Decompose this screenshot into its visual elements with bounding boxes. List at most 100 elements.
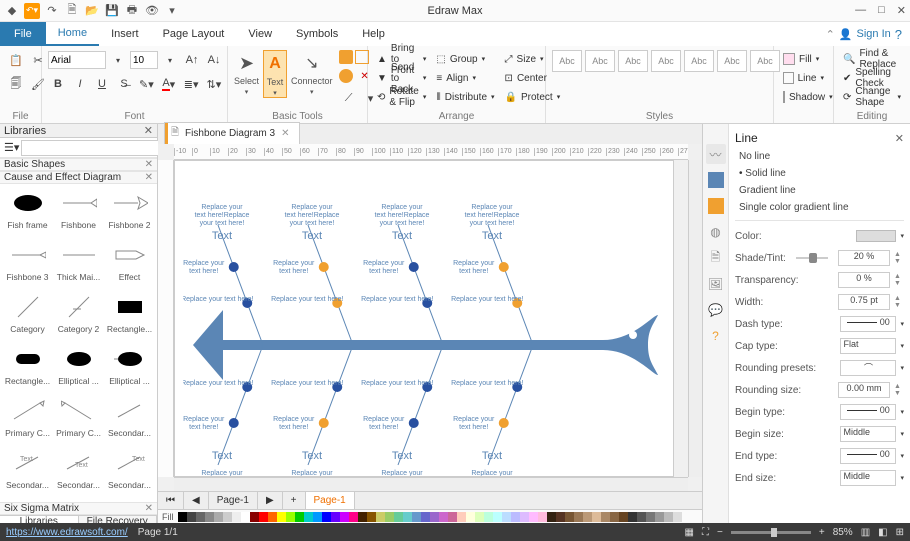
align-button[interactable]: ≡Align▾ <box>433 69 497 87</box>
opt-gradient-line[interactable]: Gradient line <box>735 182 904 199</box>
shadow-button[interactable]: Shadow▾ <box>780 88 827 106</box>
text-tool[interactable]: A Text ▾ <box>263 50 287 98</box>
status-icon-2[interactable]: ◧ <box>878 527 887 538</box>
color-swatch[interactable] <box>250 512 259 522</box>
shape-rect-outline-icon[interactable] <box>355 50 369 64</box>
change-shape-button[interactable]: ⟳Change Shape▾ <box>840 88 904 106</box>
font-family-select[interactable] <box>48 51 106 69</box>
bullets-button[interactable]: ≣▾ <box>181 74 202 94</box>
color-swatch[interactable] <box>583 512 592 522</box>
minimize-button[interactable]: — <box>855 4 866 17</box>
color-swatch[interactable] <box>394 512 403 522</box>
tab-view[interactable]: View <box>236 22 284 46</box>
file-menu[interactable]: File <box>0 22 46 46</box>
color-swatch[interactable] <box>484 512 493 522</box>
shape-secondary-4[interactable]: TextSecondar... <box>104 448 155 498</box>
shade-value[interactable]: 20 % <box>838 250 890 266</box>
rotate-flip-button[interactable]: ⟲Rotate & Flip▾ <box>374 88 429 106</box>
color-swatch[interactable] <box>421 512 430 522</box>
color-swatch[interactable] <box>232 512 241 522</box>
opt-solid-line[interactable]: Solid line <box>735 165 904 182</box>
begin-type[interactable]: 00 <box>840 404 896 420</box>
color-swatch[interactable] <box>610 512 619 522</box>
status-view-full-icon[interactable]: ⛶ <box>702 527 709 538</box>
send-to-back-button[interactable]: ▼Send to Back▾ <box>374 69 429 87</box>
section-six-sigma[interactable]: Six Sigma Matrix✕ <box>0 502 157 515</box>
find-replace-button[interactable]: 🔍Find & Replace <box>840 50 904 68</box>
status-icon-3[interactable]: ⊞ <box>896 527 904 538</box>
color-swatch[interactable] <box>223 512 232 522</box>
color-swatch[interactable] <box>178 512 187 522</box>
shape-primary-c-2[interactable]: Primary C... <box>53 396 104 446</box>
section-cause-effect[interactable]: Cause and Effect Diagram✕ <box>0 171 157 184</box>
dash-value[interactable]: 00 <box>840 316 896 332</box>
shape-primary-c[interactable]: Primary C... <box>2 396 53 446</box>
tab-insert[interactable]: Insert <box>99 22 151 46</box>
color-swatch[interactable] <box>502 512 511 522</box>
shape-secondary-2[interactable]: TextSecondar... <box>2 448 53 498</box>
undo-button[interactable]: ↶▾ <box>24 3 40 19</box>
maximize-button[interactable]: □ <box>878 4 885 17</box>
fill-button[interactable]: Fill▾ <box>780 50 827 68</box>
color-swatch[interactable] <box>646 512 655 522</box>
sidebar-fill-icon[interactable] <box>706 170 726 190</box>
color-swatch[interactable] <box>205 512 214 522</box>
shape-category[interactable]: Category <box>2 292 53 342</box>
scrollbar-horizontal[interactable] <box>174 477 688 491</box>
underline-button[interactable]: U <box>92 74 112 94</box>
color-swatch[interactable] <box>547 512 556 522</box>
color-swatch[interactable] <box>403 512 412 522</box>
paste-icon[interactable]: 📋 <box>6 50 26 70</box>
shape-elliptical-2[interactable]: Elliptical ... <box>104 344 155 394</box>
shape-rectangle-2[interactable]: Rectangle... <box>2 344 53 394</box>
color-swatch[interactable] <box>349 512 358 522</box>
shrink-font-icon[interactable]: A↓ <box>204 50 224 70</box>
tab-page-layout[interactable]: Page Layout <box>151 22 237 46</box>
begin-size[interactable]: Middle <box>840 426 896 442</box>
preview-button[interactable]: 👁 <box>144 3 160 19</box>
redo-button[interactable]: ↷ <box>44 3 60 19</box>
end-size[interactable]: Middle <box>840 470 896 486</box>
qat-dropdown[interactable]: ▾ <box>164 3 180 19</box>
line-color-swatch[interactable] <box>856 230 896 242</box>
style-swatch[interactable]: Abc <box>717 50 747 72</box>
user-icon[interactable]: 👤 <box>839 28 853 41</box>
bold-button[interactable]: B <box>48 74 68 94</box>
page-tab-active[interactable]: Page-1 <box>306 492 355 509</box>
color-swatch[interactable] <box>322 512 331 522</box>
shape-fishbone-2[interactable]: Fishbone 2 <box>104 188 155 238</box>
color-swatch[interactable] <box>358 512 367 522</box>
color-swatch[interactable] <box>556 512 565 522</box>
color-swatch[interactable] <box>214 512 223 522</box>
round-preset[interactable]: ⌒ <box>840 360 896 376</box>
save-button[interactable]: 💾 <box>104 3 120 19</box>
libraries-menu-icon[interactable]: ☰▾ <box>4 141 19 154</box>
zoom-out-icon[interactable]: − <box>717 527 723 538</box>
page-add[interactable]: + <box>283 492 306 509</box>
style-swatch[interactable]: Abc <box>618 50 648 72</box>
shape-elliptical[interactable]: Elliptical ... <box>53 344 104 394</box>
style-swatch[interactable]: Abc <box>684 50 714 72</box>
select-tool[interactable]: ➤ Select ▾ <box>234 50 259 96</box>
zoom-slider[interactable] <box>731 531 811 534</box>
color-swatch[interactable] <box>493 512 502 522</box>
shape-rectangle[interactable]: Rectangle... <box>104 292 155 342</box>
distribute-button[interactable]: ⦀Distribute▾ <box>433 88 497 106</box>
color-swatch[interactable] <box>511 512 520 522</box>
shape-thick-main[interactable]: Thick Mai... <box>53 240 104 290</box>
zoom-in-icon[interactable]: + <box>819 527 825 538</box>
font-dropdown-icon[interactable]: ▾ <box>108 50 128 70</box>
color-swatch[interactable] <box>655 512 664 522</box>
line-spacing-button[interactable]: ⇅▾ <box>204 74 225 94</box>
color-swatch[interactable] <box>574 512 583 522</box>
shape-circle-icon[interactable] <box>339 69 353 83</box>
color-swatch[interactable] <box>592 512 601 522</box>
style-swatch[interactable]: Abc <box>585 50 615 72</box>
sidebar-line-icon[interactable]: 〰 <box>706 144 726 164</box>
close-tab-icon[interactable]: ✕ <box>281 128 289 139</box>
color-swatch[interactable] <box>637 512 646 522</box>
page-canvas[interactable]: Replace your text here!Replace yourtext … <box>174 160 674 477</box>
help-icon[interactable]: ? <box>895 27 902 42</box>
ribbon-collapse-icon[interactable]: ⌃ <box>826 28 835 41</box>
sidebar-help-icon[interactable]: ? <box>706 326 726 346</box>
